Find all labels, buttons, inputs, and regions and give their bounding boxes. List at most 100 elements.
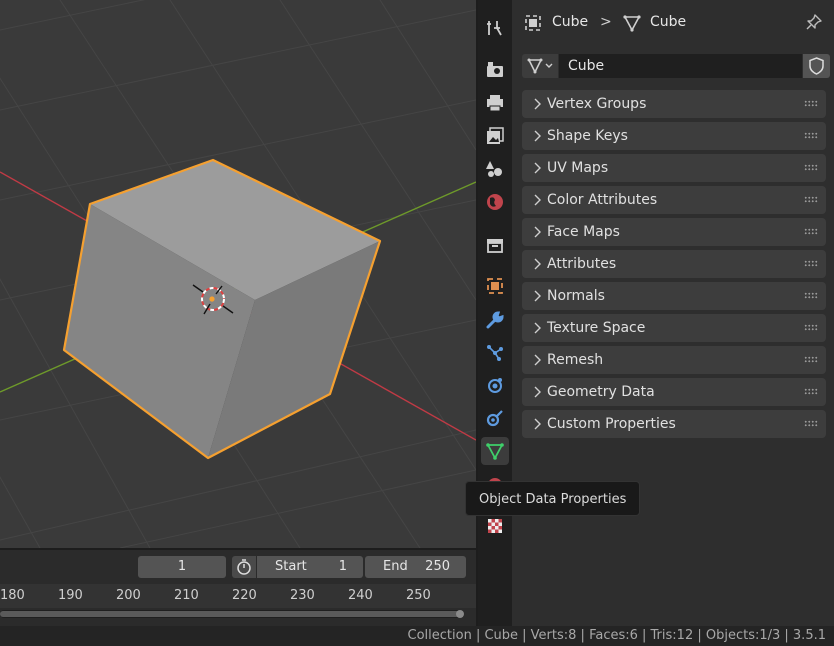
frame-tick: 230 [290,588,315,603]
frame-tick: 220 [232,588,257,603]
breadcrumb-object: Cube [552,14,589,30]
status-bar: Collection | Cube | Verts:8 | Faces:6 | … [0,626,834,646]
panel-shape-keys[interactable]: Shape Keys [522,122,826,150]
breadcrumb-data: Cube [650,14,687,30]
drag-grip-icon[interactable] [804,100,818,107]
panel-label: Custom Properties [547,416,676,432]
panel-label: Normals [547,288,605,304]
tab-collection[interactable] [481,231,509,259]
chevron-right-icon [534,354,541,366]
panel-label: Attributes [547,256,617,272]
panel-attributes[interactable]: Attributes [522,250,826,278]
start-frame-field[interactable]: Start 1 [257,556,363,578]
panel-vertex-groups[interactable]: Vertex Groups [522,90,826,118]
scene-icon [486,161,502,177]
timeline-editor[interactable]: 1 Start 1 End 250 180 190 200 210 220 23… [0,550,476,626]
chevron-right-icon [534,162,541,174]
status-bar-text: Collection | Cube | Verts:8 | Faces:6 | … [407,628,826,643]
timeline-scrollbar[interactable] [0,610,464,618]
drag-grip-icon[interactable] [804,420,818,427]
drag-grip-icon[interactable] [804,388,818,395]
scrollbar-thumb[interactable] [0,611,460,617]
drag-grip-icon[interactable] [804,260,818,267]
object-icon [487,278,503,294]
mesh-data-icon [527,58,553,74]
drag-grip-icon[interactable] [804,324,818,331]
frame-tick: 200 [116,588,141,603]
drag-grip-icon[interactable] [804,356,818,363]
chevron-right-icon [534,322,541,334]
tab-world[interactable] [481,188,509,216]
particles-icon [487,345,503,361]
panel-face-maps[interactable]: Face Maps [522,218,826,246]
tab-view-layer[interactable] [481,122,509,150]
tab-render[interactable] [481,55,509,83]
chevron-right-icon [534,418,541,430]
tab-particles[interactable] [481,339,509,367]
panel-color-attributes[interactable]: Color Attributes [522,186,826,214]
modifier-icon [486,311,504,329]
texture-icon [488,519,502,533]
chevron-right-icon [534,130,541,142]
frame-tick: 180 [0,588,25,603]
tab-scene[interactable] [481,155,509,183]
object-data-icon [486,443,504,460]
frame-ruler[interactable]: 180 190 200 210 220 230 240 250 [0,584,476,608]
panel-remesh[interactable]: Remesh [522,346,826,374]
tab-constraints[interactable] [481,404,509,432]
tool-icon [487,21,502,36]
properties-tab-bar [478,0,512,626]
tab-tool[interactable] [481,14,509,42]
fake-user-button[interactable] [803,54,830,78]
panel-label: Texture Space [547,320,646,336]
object-icon [525,15,541,31]
frame-tick: 240 [348,588,373,603]
chevron-right-icon [534,226,541,238]
end-frame-field[interactable]: End 250 [365,556,466,578]
mesh-data-icon [623,15,641,32]
panel-uv-maps[interactable]: UV Maps [522,154,826,182]
view-layer-icon [487,127,504,144]
pin-icon[interactable] [805,13,823,31]
properties-editor: Cube > Cube Cube Vertex Groups Shape Key… [512,0,834,626]
drag-grip-icon[interactable] [804,132,818,139]
tab-physics[interactable] [481,371,509,399]
panel-geometry-data[interactable]: Geometry Data [522,378,826,406]
scrollbar-end-knob[interactable] [456,610,464,618]
drag-grip-icon[interactable] [804,196,818,203]
panel-label: Color Attributes [547,192,658,208]
start-value: 1 [338,559,347,574]
tab-object[interactable] [481,272,509,300]
chevron-right-icon [534,98,541,110]
properties-breadcrumb: Cube > Cube [512,0,834,44]
panel-label: Vertex Groups [547,96,647,112]
tab-object-data[interactable] [481,437,509,465]
chevron-right-icon [534,194,541,206]
constraints-icon [486,410,503,427]
end-value: 250 [425,559,450,574]
3d-viewport[interactable] [0,0,476,548]
tab-output[interactable] [481,89,509,117]
drag-grip-icon[interactable] [804,164,818,171]
viewport-scene [0,0,476,548]
current-frame-field[interactable]: 1 [138,556,226,578]
render-icon [487,62,503,77]
panel-normals[interactable]: Normals [522,282,826,310]
physics-icon [488,378,502,393]
drag-grip-icon[interactable] [804,292,818,299]
collection-icon [487,239,503,253]
cube-mesh[interactable] [62,158,382,460]
datablock-browse-button[interactable] [522,54,558,78]
use-preview-range-button[interactable] [232,556,256,578]
panel-label: UV Maps [547,160,609,176]
datablock-name-field[interactable]: Cube [559,54,802,78]
panel-custom-properties[interactable]: Custom Properties [522,410,826,438]
mesh-datablock-selector: Cube [522,54,830,78]
panel-texture-space[interactable]: Texture Space [522,314,826,342]
drag-grip-icon[interactable] [804,228,818,235]
tab-modifier[interactable] [481,306,509,334]
chevron-right-icon [534,290,541,302]
breadcrumb-separator: > [600,14,612,30]
shield-icon [809,57,824,75]
panel-label: Remesh [547,352,604,368]
